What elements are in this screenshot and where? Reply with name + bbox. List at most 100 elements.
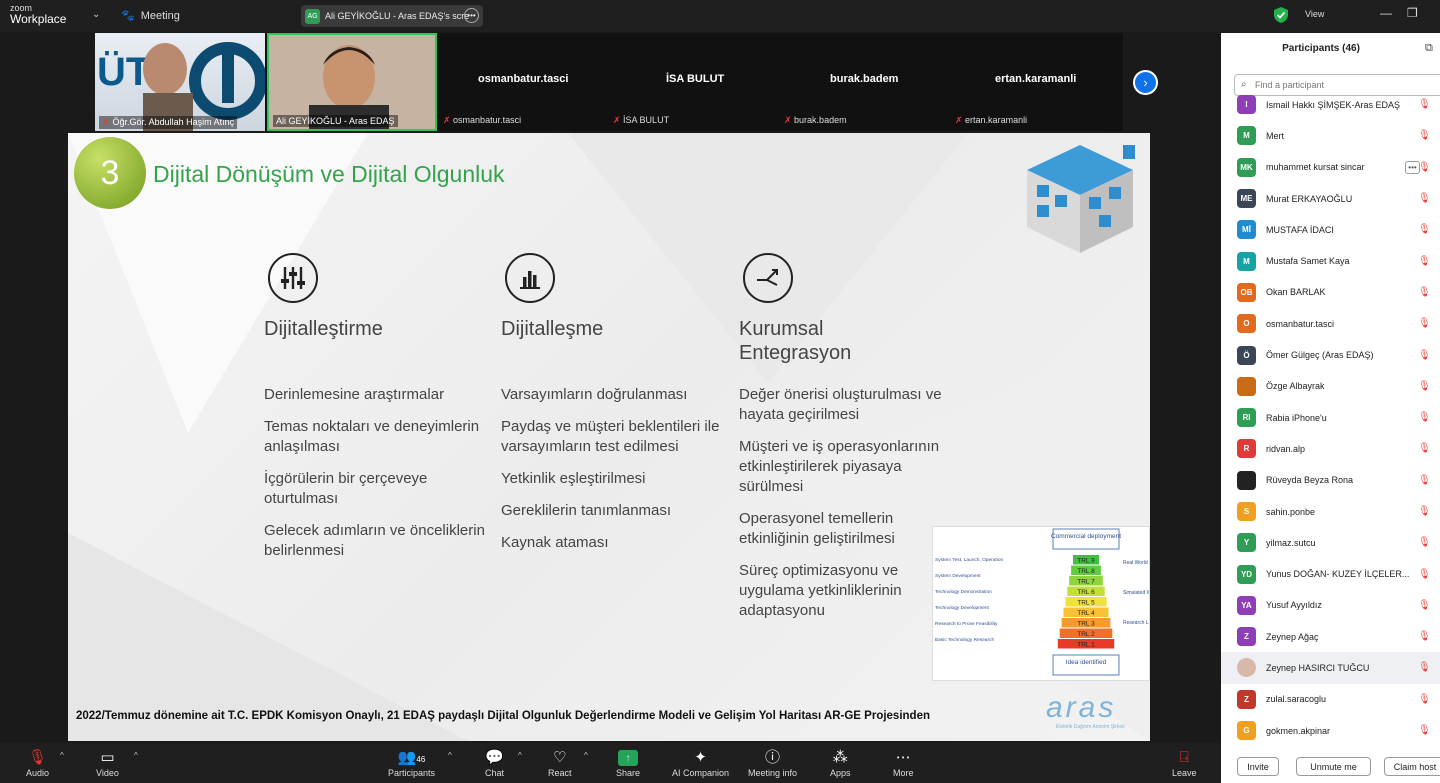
meeting-toolbar: 🎙 Audio ^ ▭ Video ^ 👥46 Participants ^ 💬 Cha… [0, 743, 1221, 783]
chevron-down-icon[interactable]: ⌄ [92, 9, 100, 20]
avatar: YD [1237, 564, 1256, 584]
participant-name[interactable]: burak.badem [830, 73, 898, 85]
trl-pyramid: Commercial deployment TRL 9 TRL 8 TRL 7 TRL … [935, 528, 1150, 676]
ai-companion-button[interactable]: ✦ AI Companion [672, 748, 729, 778]
participant-row[interactable]: Zeynep HASIRCI TUĞCU 🎙 [1221, 652, 1440, 684]
trl-level-label: TRL 5 [1077, 600, 1095, 607]
more-options-icon[interactable]: ••• [464, 8, 479, 23]
logo-main-text: Workplace [10, 12, 67, 26]
minimize-icon[interactable]: — [1380, 6, 1392, 20]
list-item: Operasyonel temellerin etkinliğinin geli… [739, 510, 895, 547]
sharer-avatar: AG [305, 8, 320, 24]
avatar: OB [1237, 282, 1256, 302]
mic-muted-icon: 🎙 [1418, 161, 1431, 173]
mic-muted-icon: 🎙 [1418, 693, 1431, 705]
avatar [1237, 470, 1256, 490]
participant-name: yilmaz.sutcu [1266, 537, 1316, 548]
participant-row[interactable]: Zzulal.saracoglu 🎙 [1221, 684, 1440, 715]
participant-row[interactable]: ME Murat ERKAYAOĞLU 🎙 [1221, 183, 1440, 214]
svg-text:ÜT: ÜT [97, 49, 150, 94]
column-items: Derinlemesine araştırmalar Temas noktala… [264, 385, 500, 573]
participant-row[interactable]: Özge Albayrak 🎙 [1221, 371, 1440, 402]
participant-row[interactable]: OB Okan BARLAK 🎙 [1221, 277, 1440, 308]
participant-row[interactable]: MK muhammet kursat sincar ••• 🎙 [1221, 152, 1440, 183]
view-button[interactable]: View [1305, 9, 1324, 19]
participant-name: Mert [1266, 130, 1284, 141]
title-bar: zoom Workplace ⌄ 🐾 Meeting AG Ali GEYİKO… [0, 0, 1440, 32]
participant-name[interactable]: osmanbatur.tasci [478, 73, 568, 85]
participant-name: Zeynep HASIRCI TUĞCU [1266, 662, 1370, 673]
mic-muted-icon: 🎙 [1418, 255, 1431, 267]
pop-out-icon[interactable]: ⧉ [1425, 42, 1433, 55]
meeting-info-button[interactable]: ⓘ Meeting info [748, 748, 797, 778]
camera-icon: ▭ [100, 749, 115, 766]
participant-row[interactable]: M Mert 🎙 [1221, 120, 1440, 151]
column-heading: Kurumsal Entegrasyon [739, 318, 852, 364]
participants-button[interactable]: 👥46 Participants [388, 748, 435, 778]
participant-name: ridvan.alp [1266, 443, 1306, 454]
participant-name: Ömer Gülgeç (Aras EDAŞ) [1266, 350, 1374, 361]
trl-left-label: Technology Development [935, 605, 990, 611]
more-button[interactable]: ⋯ More [893, 748, 914, 778]
trl-level-label: TRL 8 [1077, 568, 1095, 575]
video-button[interactable]: ▭ Video [96, 748, 119, 778]
avatar: Y [1237, 533, 1256, 553]
participant-row[interactable]: Ö Ömer Gülgeç (Aras EDAŞ) 🎙 [1221, 339, 1440, 370]
next-page-button[interactable]: › [1133, 70, 1158, 95]
tile-name-label: Ali GEYİKOĞLU - Aras EDAŞ [273, 115, 398, 127]
participant-name: zulal.saracoglu [1266, 694, 1327, 705]
chevron-up-icon[interactable]: ^ [518, 751, 522, 760]
participant-row[interactable]: Rüveyda Beyza Rona 🎙 [1221, 465, 1440, 496]
trl-left-label: Technology Demonstration [935, 589, 992, 595]
list-item: Müşteri ve iş operasyonlarının etkinleşt… [739, 438, 940, 495]
restore-icon[interactable]: ❐ [1407, 6, 1418, 20]
mic-muted-icon: 🎙 [1418, 631, 1431, 643]
list-item: Değer önerisi oluşturulması ve hayata ge… [739, 386, 942, 423]
share-button[interactable]: ↑ Share [616, 748, 640, 778]
chevron-up-icon[interactable]: ^ [60, 751, 64, 760]
participant-row[interactable]: Ggokmen.akpinar 🎙 [1221, 715, 1440, 741]
chevron-right-icon: › [1143, 75, 1148, 90]
participant-name: Ismail Hakkı ŞİMŞEK-Aras EDAŞ [1266, 99, 1401, 110]
participant-row[interactable]: Rridvan.alp 🎙 [1221, 433, 1440, 464]
audio-button[interactable]: 🎙 Audio [26, 748, 49, 778]
participant-name[interactable]: İSA BULUT [666, 73, 724, 85]
chevron-up-icon[interactable]: ^ [584, 751, 588, 760]
participant-name[interactable]: ertan.karamanli [995, 73, 1076, 85]
apps-button[interactable]: ⁂ Apps [830, 748, 851, 778]
avatar: Z [1237, 689, 1256, 709]
claim-host-button[interactable]: Claim host [1384, 757, 1440, 776]
participant-row[interactable]: Z Zeynep Ağaç 🎙 [1221, 621, 1440, 652]
participant-list: I Ismail Hakkı ŞİMŞEK-Aras EDAŞ 🎙 M Mert 🎙 MK m… [1221, 89, 1440, 741]
avatar: I [1237, 95, 1256, 115]
participant-row[interactable]: YD Yunus DOĞAN- KUZEY İLÇELER... 🎙 [1221, 558, 1440, 589]
participant-row[interactable]: I Ismail Hakkı ŞİMŞEK-Aras EDAŞ 🎙 [1221, 89, 1440, 120]
active-speaker-tile[interactable]: Ali GEYİKOĞLU - Aras EDAŞ [267, 33, 437, 131]
mic-muted-icon: 🎙 [1418, 412, 1431, 424]
screen-share-tab[interactable]: AG Ali GEYİKOĞLU - Aras EDAŞ's scre ••• [301, 5, 483, 27]
participant-row[interactable]: Ssahin.ponbe 🎙 [1221, 496, 1440, 527]
participant-row[interactable]: Oosmanbatur.tasci 🎙 [1221, 308, 1440, 339]
participant-row[interactable]: YA Yusuf Ayyıldız 🎙 [1221, 590, 1440, 621]
trl-right-label: Research Lab [1123, 620, 1149, 626]
invite-button[interactable]: Invite [1237, 757, 1279, 776]
column-integration: Kurumsal Entegrasyon [739, 253, 919, 365]
shield-check-icon[interactable] [1274, 7, 1288, 23]
trl-level-label: TRL 4 [1077, 610, 1095, 617]
participant-row[interactable]: Yyilmaz.sutcu 🎙 [1221, 527, 1440, 558]
chat-button[interactable]: 💬 Chat [485, 748, 504, 778]
meeting-menu[interactable]: 🐾 Meeting [121, 9, 180, 23]
leave-button[interactable]: ⍈ Leave [1172, 748, 1197, 778]
react-button[interactable]: ♡ React [548, 748, 572, 778]
video-tile[interactable]: ÜT ✗ Öğr.Gör. Abdullah Haşim Atınç [95, 33, 265, 131]
participant-name: Okan BARLAK [1266, 287, 1326, 298]
chevron-up-icon[interactable]: ^ [448, 751, 452, 760]
column-heading: Dijitalleştirme [264, 318, 383, 340]
participant-row[interactable]: RI Rabia iPhone'u 🎙 [1221, 402, 1440, 433]
avatar: Ö [1237, 345, 1256, 365]
mic-muted-icon: 🎙 [1418, 99, 1431, 111]
participant-row[interactable]: M Mustafa Samet Kaya 🎙 [1221, 245, 1440, 276]
participant-row[interactable]: Mİ MUSTAFA İDACI 🎙 [1221, 214, 1440, 245]
unmute-me-button[interactable]: Unmute me [1296, 757, 1371, 776]
chevron-up-icon[interactable]: ^ [134, 751, 138, 760]
